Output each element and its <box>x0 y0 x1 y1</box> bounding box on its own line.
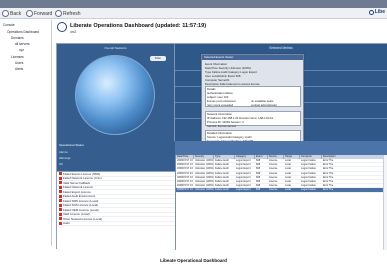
refresh-label: Refresh <box>63 10 81 17</box>
tree-item-operations-dashboard[interactable]: Operations Dashboard <box>7 30 39 34</box>
navigation-tree: Console Operations Dashboard Domains all… <box>0 20 52 246</box>
brand-logo: Libe <box>368 9 385 15</box>
brand-label: Libe <box>374 9 385 15</box>
operational-status-title: Operational Status <box>59 143 84 147</box>
list-item[interactable]: Audit <box>57 221 175 226</box>
details-line: contact administrator <box>251 103 277 107</box>
table-toolbar <box>175 141 387 155</box>
overall-statistics-panel: Overall Statistics Filter <box>57 44 175 141</box>
forward-icon <box>26 10 33 17</box>
tree-item-domains[interactable]: Domains <box>11 36 24 40</box>
globe-gauge <box>75 55 155 135</box>
refresh-icon <box>55 10 62 17</box>
alert-icon <box>59 181 62 185</box>
status-line: Warnings <box>59 156 71 160</box>
tree-item-xyz[interactable]: xyz <box>19 48 24 52</box>
dashboard-header: Liberate Operations Dashboard (updated: … <box>53 20 387 44</box>
details-line: retry count exceeded <box>207 103 234 107</box>
refresh-button[interactable]: Refresh <box>55 9 81 18</box>
dialog-title: Selected Events Viewer <box>202 55 303 60</box>
alert-icon <box>59 172 62 176</box>
tree-item-users[interactable]: Users <box>15 61 23 65</box>
tree-item-console[interactable]: Console <box>3 23 15 27</box>
back-button[interactable]: Back <box>2 9 21 18</box>
application-window: Back Forward Refresh Libe Console Operat… <box>0 0 387 270</box>
status-line: Alarms <box>59 150 68 154</box>
tree-item-all-servers[interactable]: all servers <box>15 42 30 46</box>
back-label: Back <box>10 10 22 17</box>
alert-icon <box>59 194 62 198</box>
dashboard-icon <box>57 22 67 32</box>
back-icon <box>2 10 9 17</box>
event-details-dialog: Selected Events Viewer Event Information… <box>201 54 304 148</box>
alert-icon <box>59 176 62 180</box>
alert-icon <box>59 199 62 203</box>
alert-icon <box>59 208 62 212</box>
operational-status-panel: Operational Status Alarms Warnings OK <box>57 141 175 171</box>
table-scrollbar[interactable] <box>383 155 387 250</box>
page-subtitle: dmZ <box>70 30 77 34</box>
tree-item-licenses[interactable]: Licenses <box>11 55 24 59</box>
alert-icon <box>59 190 62 194</box>
alert-icon <box>59 221 62 225</box>
toolbar: Back Forward Refresh Libe <box>0 8 387 19</box>
page-title: Liberate Operations Dashboard (updated: … <box>70 23 207 29</box>
forward-label: Forward <box>34 10 53 17</box>
event-type-list: Failed Events Licence (SMS) Failed Netwo… <box>57 171 175 250</box>
alert-icon <box>59 185 62 189</box>
alert-icon <box>59 212 62 216</box>
status-line: OK <box>59 162 64 166</box>
selected-table-row[interactable]: 2009/07/17 13: Unknown (100%) Failure Audi… <box>176 188 387 193</box>
alert-icon <box>59 203 62 207</box>
figure-caption: Libeate Operational Dashboard <box>160 258 227 263</box>
tree-item-alerts[interactable]: Alerts <box>15 67 23 71</box>
filter-button[interactable]: Filter <box>150 56 166 61</box>
forward-button[interactable]: Forward <box>26 9 52 18</box>
selected-metrics-title: Selected Metrics <box>269 46 293 50</box>
network-line: Service: license.service <box>207 124 237 128</box>
window-titlebar <box>0 0 387 8</box>
alert-icon <box>59 217 62 221</box>
events-table: Date/Time Severity Type Category Event S… <box>175 155 387 250</box>
overall-statistics-title: Overall Statistics <box>104 46 127 50</box>
brand-icon <box>368 9 374 15</box>
